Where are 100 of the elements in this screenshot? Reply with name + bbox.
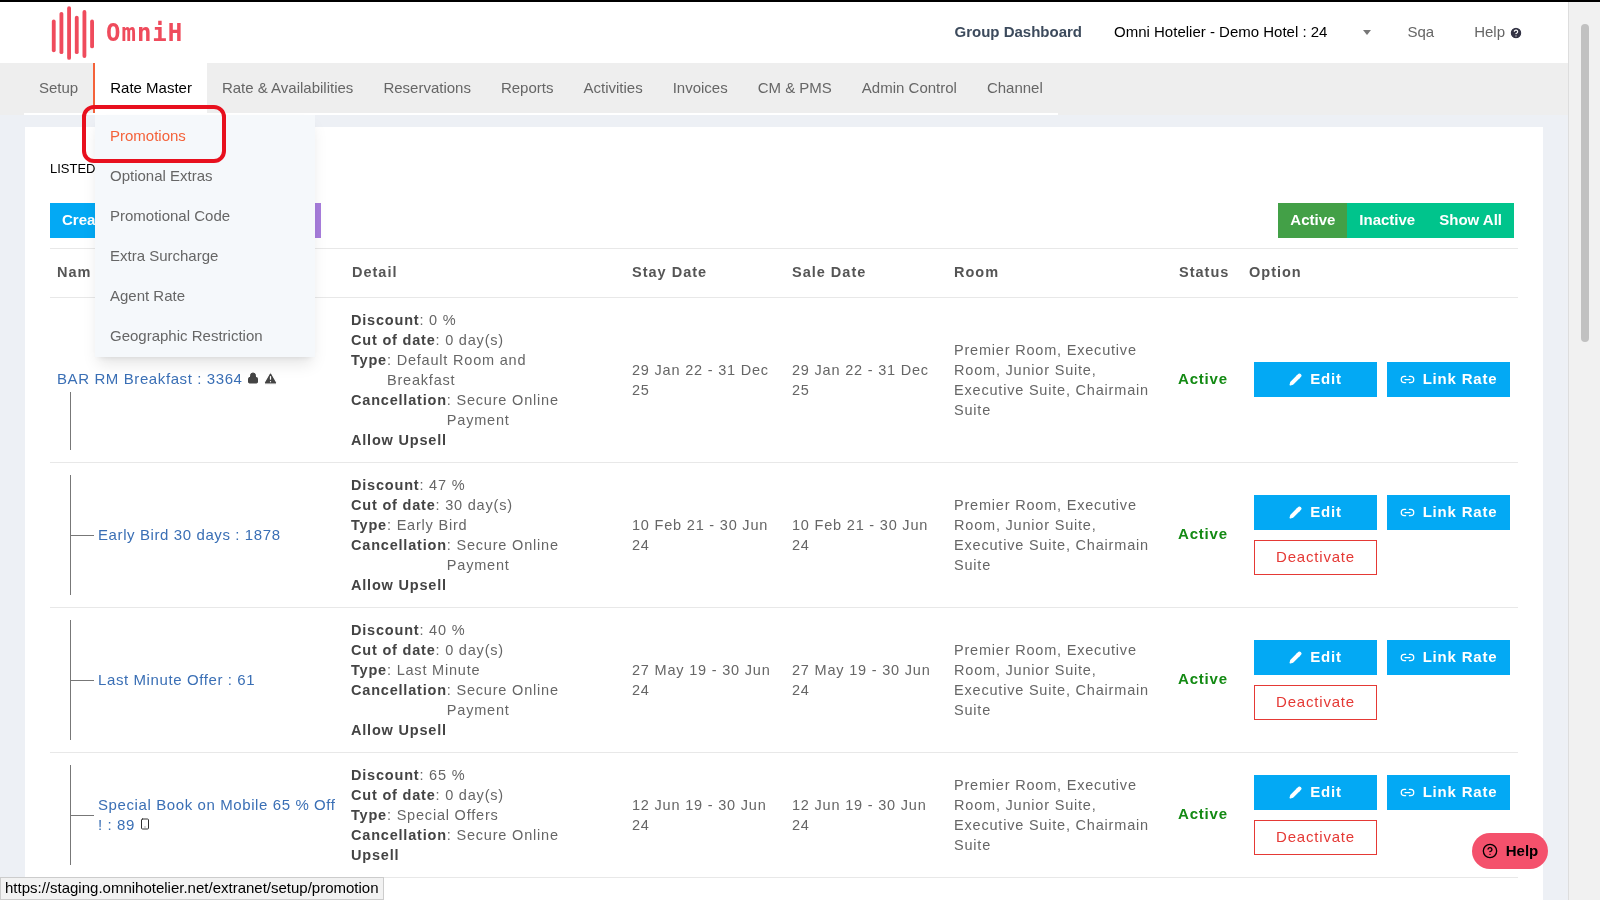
detail-label: Discount [351, 620, 420, 640]
detail-value: : Secure Online Payment [446, 680, 560, 720]
column-header: Status [1179, 262, 1230, 282]
deactivate-button[interactable]: Deactivate [1254, 684, 1377, 720]
pencil-icon [1289, 650, 1303, 664]
upsell-label: Upsell [351, 845, 400, 865]
hotel-selector[interactable]: Omni Hotelier - Demo Hotel : 24 [1114, 21, 1372, 44]
detail-label: Type [351, 805, 387, 825]
nav-tab[interactable]: CM & PMS [742, 63, 847, 113]
nav-tab[interactable]: Activities [568, 63, 658, 113]
promotion-name-link[interactable]: BAR RM Breakfast : 3364 [57, 369, 278, 390]
room-list: Premier Room, Executive Room, Junior Suite, Executive Suite, Chairmain Suite [954, 339, 1165, 420]
detail-value: : 0 day(s) [435, 330, 504, 350]
nav-tab[interactable]: Reservations [368, 63, 486, 113]
detail-value: : Last Minute [386, 660, 481, 680]
create-button[interactable]: Crea [50, 202, 96, 238]
nav-tab[interactable]: Admin Control [846, 63, 972, 113]
room-list: Premier Room, Executive Room, Junior Suite, Executive Suite, Chairmain Suite [954, 494, 1165, 575]
room-list: Premier Room, Executive Room, Junior Suite, Executive Suite, Chairmain Suite [954, 639, 1165, 720]
detail-label: Cut of date [351, 495, 436, 515]
detail-label: Discount [351, 310, 420, 330]
detail-label: Cancellation [351, 680, 447, 700]
help-icon [1509, 25, 1523, 40]
sale-date: 27 May 19 - 30 Jun 24 [792, 660, 932, 700]
promotion-name-link[interactable]: Last Minute Offer : 61 [98, 669, 256, 690]
detail-label: Cut of date [351, 785, 436, 805]
detail-value: : Default Room and Breakfast [386, 350, 528, 390]
column-header: Nam [57, 262, 92, 282]
sale-date: 10 Feb 21 - 30 Jun 24 [792, 515, 930, 555]
menu-item[interactable]: Promotions [110, 124, 186, 148]
detail-value: : 30 day(s) [435, 495, 513, 515]
detail-label: Type [351, 515, 387, 535]
detail-label: Cut of date [351, 640, 436, 660]
status-label: Active [1178, 524, 1228, 545]
detail-value: : Secure Online Payment [446, 535, 560, 575]
detail-value: : 40 % [419, 620, 466, 640]
card-title: LISTED [50, 160, 96, 178]
detail-value: : Secure Online [446, 825, 559, 845]
promotion-name-link[interactable]: Special Book on Mobile 65 % Off ! : 89 [98, 794, 338, 835]
stay-date: 10 Feb 21 - 30 Jun 24 [632, 515, 770, 555]
status-label: Active [1178, 804, 1228, 825]
caret-icon [1363, 30, 1372, 35]
stay-date: 29 Jan 22 - 31 Dec 25 [632, 360, 770, 400]
detail-value: : Special Offers [386, 805, 499, 825]
edit-button[interactable]: Edit [1254, 494, 1377, 530]
upsell-label: Allow Upsell [351, 430, 447, 450]
help-icon [1481, 843, 1498, 859]
group-dashboard-link[interactable]: Group Dashboard [954, 21, 1083, 44]
detail-label: Cancellation [351, 825, 447, 845]
pencil-icon [1289, 505, 1303, 519]
detail-label: Cut of date [351, 330, 436, 350]
detail-value: : 65 % [419, 765, 466, 785]
stay-date: 27 May 19 - 30 Jun 24 [632, 660, 772, 700]
edit-button[interactable]: Edit [1254, 774, 1377, 810]
column-header: Detail [352, 262, 398, 282]
edit-button[interactable]: Edit [1254, 639, 1377, 675]
deactivate-button[interactable]: Deactivate [1254, 539, 1377, 575]
link-rate-button[interactable]: Link Rate [1387, 774, 1510, 810]
column-header: Stay Date [632, 262, 708, 282]
room-list: Premier Room, Executive Room, Junior Suite, Executive Suite, Chairmain Suite [954, 774, 1165, 855]
detail-label: Type [351, 660, 387, 680]
nav-tab[interactable]: Invoices [657, 63, 743, 113]
help-button[interactable]: Help [1472, 833, 1548, 869]
nav-tab[interactable]: Reports [485, 63, 569, 113]
detail-value: : 47 % [419, 475, 466, 495]
menu-item[interactable]: Agent Rate [110, 284, 186, 308]
promotion-name-link[interactable]: Early Bird 30 days : 1878 [98, 524, 281, 545]
nav-tab[interactable]: Setup [24, 63, 94, 113]
help-link[interactable]: Help [1474, 21, 1523, 44]
detail-value: : 0 day(s) [435, 785, 504, 805]
pencil-icon [1289, 785, 1303, 799]
menu-item[interactable]: Optional Extras [110, 164, 213, 188]
nav-tab[interactable]: Rate Master [93, 63, 207, 113]
column-header: Option [1249, 262, 1302, 282]
user-link[interactable]: Sqa [1407, 21, 1435, 44]
detail-label: Cancellation [351, 535, 447, 555]
menu-item[interactable]: Extra Surcharge [110, 244, 219, 268]
stay-date: 12 Jun 19 - 30 Jun 24 [632, 795, 768, 835]
logo-text: OmniH [106, 17, 184, 49]
detail-value: : 0 day(s) [435, 640, 504, 660]
link-rate-button[interactable]: Link Rate [1387, 362, 1510, 397]
detail-label: Discount [351, 765, 420, 785]
link-rate-button[interactable]: Link Rate [1387, 639, 1510, 675]
sale-date: 29 Jan 22 - 31 Dec 25 [792, 360, 930, 400]
menu-item[interactable]: Promotional Code [110, 204, 231, 228]
detail-label: Cancellation [351, 390, 447, 410]
nav-tab[interactable]: Channel [971, 63, 1058, 113]
detail-label: Type [351, 350, 387, 370]
status-url: https://staging.omnihotelier.net/extranet/setup/promotion [5, 878, 379, 899]
scrollbar[interactable] [1568, 2, 1600, 900]
nav-tab[interactable]: Rate & Availabilities [206, 63, 369, 113]
link-rate-button[interactable]: Link Rate [1387, 494, 1510, 530]
detail-label: Discount [351, 475, 420, 495]
edit-button[interactable]: Edit [1254, 362, 1377, 397]
filter-button[interactable]: Active [1278, 202, 1348, 238]
menu-item[interactable]: Geographic Restriction [110, 324, 263, 348]
status-label: Active [1178, 669, 1228, 690]
status-label: Active [1178, 369, 1228, 390]
deactivate-button[interactable]: Deactivate [1254, 819, 1377, 855]
detail-value: : Early Bird [386, 515, 468, 535]
